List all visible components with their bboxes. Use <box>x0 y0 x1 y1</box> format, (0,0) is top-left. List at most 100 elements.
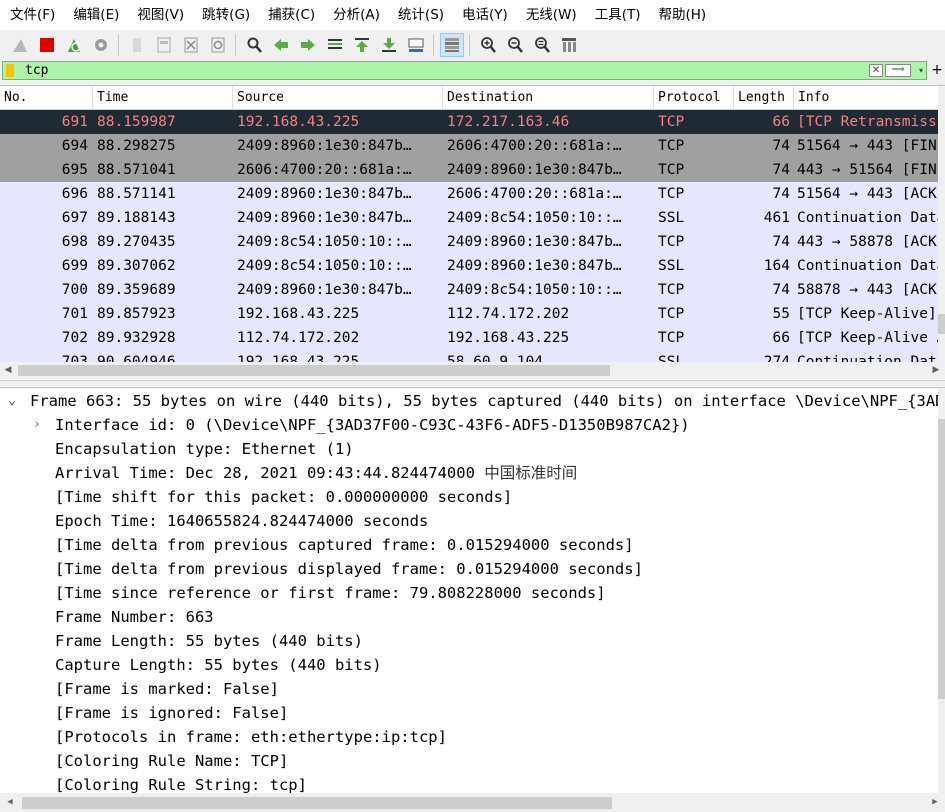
detail-text: Encapsulation type: Ethernet (1) <box>55 440 354 458</box>
menu-item[interactable]: 帮助(H) <box>648 0 714 30</box>
cell-source: 192.168.43.225 <box>237 306 360 322</box>
table-row[interactable]: 701 89.857923 192.168.43.225 112.74.172.202… <box>0 302 938 326</box>
column-header-no[interactable]: No. <box>0 86 93 109</box>
table-row[interactable]: 696 88.571141 2409:8960:1e30:847b… 2606:470… <box>0 182 938 206</box>
table-row[interactable]: 697 89.188143 2409:8960:1e30:847b… 2409:8c5… <box>0 206 938 230</box>
packet-list-hscroll[interactable]: ◀ ▶ <box>0 362 945 379</box>
details-vscroll[interactable] <box>938 389 945 793</box>
column-header-info[interactable]: Info <box>794 86 938 109</box>
cell-no: 699 <box>61 258 88 274</box>
details-hscroll-thumb[interactable] <box>22 797 612 809</box>
menu-item[interactable]: 捕获(C) <box>258 0 323 30</box>
zoom-out-icon[interactable] <box>504 34 526 56</box>
go-back-icon[interactable] <box>270 34 292 56</box>
zoom-in-icon[interactable] <box>477 34 499 56</box>
colorize-icon[interactable] <box>439 33 464 57</box>
scroll-left-icon[interactable]: ◀ <box>0 362 16 378</box>
cell-protocol: TCP <box>658 114 685 130</box>
close-file-icon[interactable] <box>180 34 202 56</box>
filter-clear-button[interactable]: ✕ <box>869 64 883 77</box>
column-header-length[interactable]: Length <box>734 86 794 109</box>
autoscroll-icon[interactable] <box>405 34 427 56</box>
table-row[interactable]: 703 90.604946 192.168.43.225 58.60.9.104 SSL… <box>0 350 938 362</box>
chevron-down-icon[interactable]: ⌄ <box>8 389 22 413</box>
column-header-source[interactable]: Source <box>233 86 443 109</box>
table-row[interactable]: 699 89.307062 2409:8c54:1050:10::… 2409:896… <box>0 254 938 278</box>
resize-columns-icon[interactable] <box>558 34 580 56</box>
packet-list-hscroll-thumb[interactable] <box>18 365 610 376</box>
cell-source: 2409:8960:1e30:847b… <box>237 186 412 202</box>
cell-info: [TCP Keep-Alive] <box>797 306 937 322</box>
table-row[interactable]: 695 88.571041 2606:4700:20::681a:… 2409:896… <box>0 158 938 182</box>
chevron-right-icon[interactable]: › <box>33 413 47 437</box>
cell-destination: 2409:8960:1e30:847b… <box>447 234 622 250</box>
scroll-left-icon[interactable]: ◀ <box>2 794 18 810</box>
details-hscroll[interactable]: ◀ ▶ <box>0 793 945 812</box>
go-first-icon[interactable] <box>351 34 373 56</box>
menu-item[interactable]: 编辑(E) <box>63 0 127 30</box>
cell-length: 461 <box>763 210 790 226</box>
filter-bookmark-icon[interactable] <box>6 64 14 77</box>
column-header-time[interactable]: Time <box>93 86 233 109</box>
packet-list-vscroll[interactable] <box>938 86 945 362</box>
detail-text: [Time delta from previous captured frame… <box>55 536 634 554</box>
open-file-icon[interactable] <box>126 34 148 56</box>
column-header-protocol[interactable]: Protocol <box>654 86 734 109</box>
display-filter-box: ✕ ⟹ ▾ <box>2 61 927 80</box>
add-filter-button[interactable]: + <box>930 61 944 79</box>
packet-rows: 691 88.159987 192.168.43.225 172.217.163.46… <box>0 110 938 362</box>
detail-text: [Frame is ignored: False] <box>55 704 289 722</box>
filter-apply-button[interactable]: ⟹ <box>885 64 911 77</box>
cell-length: 66 <box>772 114 790 130</box>
menu-item[interactable]: 无线(W) <box>516 0 585 30</box>
menu-item[interactable]: 统计(S) <box>388 0 452 30</box>
options-gear-icon[interactable] <box>90 34 112 56</box>
menu-item[interactable]: 文件(F) <box>0 0 63 30</box>
filter-history-dropdown[interactable]: ▾ <box>915 64 927 77</box>
go-last-icon[interactable] <box>378 34 400 56</box>
reload-icon[interactable] <box>207 34 229 56</box>
cell-source: 2409:8960:1e30:847b… <box>237 210 412 226</box>
zoom-normal-icon[interactable] <box>531 34 553 56</box>
stop-icon[interactable] <box>36 34 58 56</box>
menu-item[interactable]: 电话(Y) <box>452 0 516 30</box>
restart-icon[interactable] <box>63 34 85 56</box>
pane-splitter[interactable] <box>0 380 945 388</box>
table-row[interactable]: 694 88.298275 2409:8960:1e30:847b… 2606:470… <box>0 134 938 158</box>
scroll-right-icon[interactable]: ▶ <box>927 794 943 810</box>
find-icon[interactable] <box>243 34 265 56</box>
detail-text: Epoch Time: 1640655824.824474000 seconds <box>55 512 429 530</box>
shark-fin-start-icon[interactable] <box>9 34 31 56</box>
packet-list-vscroll-thumb[interactable] <box>938 314 945 334</box>
menu-item[interactable]: 分析(A) <box>323 0 388 30</box>
display-filter-input[interactable] <box>25 62 845 79</box>
menu-item[interactable]: 视图(V) <box>127 0 192 30</box>
cell-source: 2606:4700:20::681a:… <box>237 162 412 178</box>
packet-details: ⌄ Frame 663: 55 bytes on wire (440 bits),… <box>0 389 945 812</box>
cell-source: 112.74.172.202 <box>237 330 360 346</box>
go-forward-icon[interactable] <box>297 34 319 56</box>
save-file-icon[interactable] <box>153 34 175 56</box>
cell-no: 691 <box>61 114 88 130</box>
cell-protocol: TCP <box>658 162 685 178</box>
cell-info: 58878 → 443 [ACK] <box>797 282 938 298</box>
menu-item[interactable]: 跳转(G) <box>192 0 258 30</box>
table-row[interactable]: 691 88.159987 192.168.43.225 172.217.163.46… <box>0 110 938 134</box>
column-header-destination[interactable]: Destination <box>443 86 654 109</box>
detail-text: Frame Length: 55 bytes (440 bits) <box>55 632 363 650</box>
cell-source: 192.168.43.225 <box>237 114 360 130</box>
menu-item[interactable]: 工具(T) <box>585 0 649 30</box>
detail-text: [Coloring Rule Name: TCP] <box>55 752 289 770</box>
table-row[interactable]: 698 89.270435 2409:8c54:1050:10::… 2409:896… <box>0 230 938 254</box>
details-vscroll-thumb[interactable] <box>938 419 945 699</box>
table-row[interactable]: 702 89.932928 112.74.172.202 192.168.43.225… <box>0 326 938 350</box>
go-to-packet-icon[interactable] <box>324 34 346 56</box>
table-row[interactable]: 700 89.359689 2409:8960:1e30:847b… 2409:8c5… <box>0 278 938 302</box>
scroll-right-icon[interactable]: ▶ <box>928 362 944 378</box>
detail-text: Capture Length: 55 bytes (440 bits) <box>55 656 382 674</box>
cell-protocol: SSL <box>658 354 685 362</box>
cell-no: 700 <box>61 282 88 298</box>
cell-time: 89.188143 <box>97 210 176 226</box>
cell-info: Continuation Data <box>797 210 938 226</box>
detail-text-wrapper: Arrival Time: Dec 28, 2021 09:43:44.8244… <box>55 461 577 485</box>
